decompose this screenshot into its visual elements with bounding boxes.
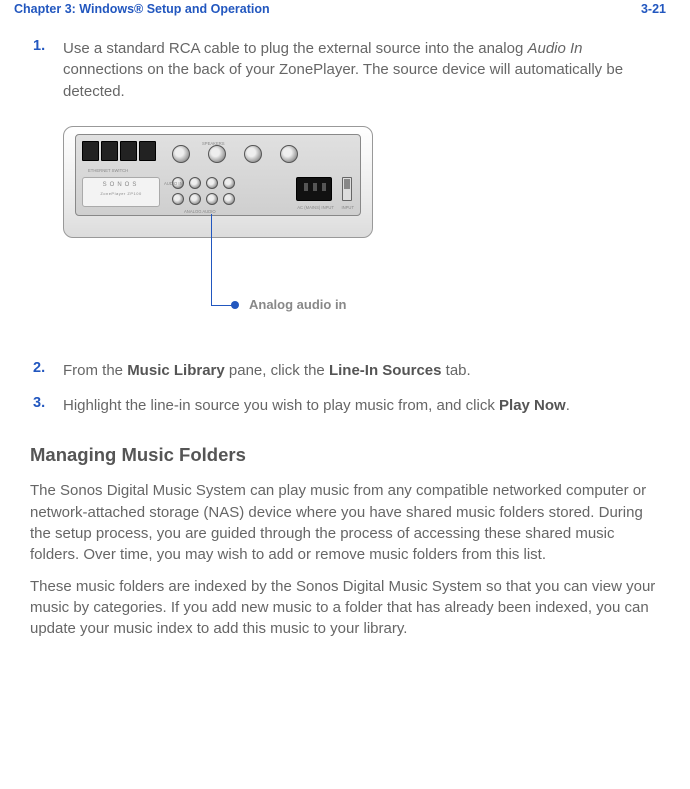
audio-jack-icon <box>206 177 218 189</box>
audio-jack-icon <box>189 177 201 189</box>
audio-jack-icon <box>223 193 235 205</box>
step-number: 3. <box>33 395 63 416</box>
step-number: 1. <box>33 38 63 102</box>
step-text: Highlight the line-in source you wish to… <box>63 395 570 416</box>
step-2: 2. From the Music Library pane, click th… <box>33 360 666 381</box>
step-1: 1. Use a standard RCA cable to plug the … <box>33 38 666 102</box>
audio-jack-icon <box>223 177 235 189</box>
audio-jack-icon <box>206 193 218 205</box>
section-heading: Managing Music Folders <box>30 444 666 466</box>
paragraph: These music folders are indexed by the S… <box>30 576 666 640</box>
device-logo: SONOS ZonePlayer ZP100 <box>82 177 160 207</box>
callout-line <box>211 305 233 306</box>
callout-line <box>211 214 212 306</box>
device-figure: ETHERNET SWITCH SONOS ZonePlayer ZP100 S… <box>63 120 666 320</box>
step-text: Use a standard RCA cable to plug the ext… <box>63 38 666 102</box>
power-socket-icon <box>296 177 332 201</box>
page-number: 3-21 <box>641 2 666 16</box>
ethernet-ports <box>82 141 160 167</box>
chapter-label: Chapter 3: Windows® Setup and Operation <box>14 2 270 16</box>
speaker-jack-icon <box>244 145 262 163</box>
callout-dot-icon <box>231 301 239 309</box>
audio-jack-icon <box>189 193 201 205</box>
speaker-jack-icon <box>208 145 226 163</box>
voltage-switch-icon <box>342 177 352 201</box>
audio-jack-icon <box>172 193 184 205</box>
paragraph: The Sonos Digital Music System can play … <box>30 480 666 565</box>
callout-label: Analog audio in <box>249 297 347 312</box>
speaker-jack-icon <box>172 145 190 163</box>
step-text: From the Music Library pane, click the L… <box>63 360 471 381</box>
step-number: 2. <box>33 360 63 381</box>
speaker-jack-icon <box>280 145 298 163</box>
step-3: 3. Highlight the line-in source you wish… <box>33 395 666 416</box>
